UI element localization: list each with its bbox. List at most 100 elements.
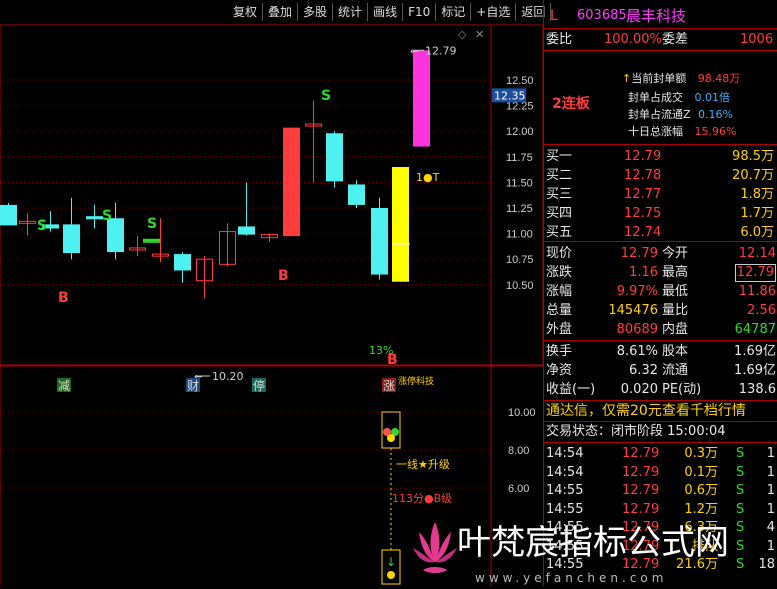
stat-label: 最低 — [662, 284, 689, 299]
price-tick-label: 11.25 — [506, 203, 533, 215]
fund-value: 1.69亿 — [734, 344, 776, 359]
tick-side: S — [736, 446, 745, 461]
candle-body — [238, 226, 255, 235]
bid-volume: 6.0万 — [740, 225, 774, 240]
candle-body — [0, 204, 17, 226]
commission-ratio-label: 委比 — [546, 32, 573, 47]
fund-row: 净资 6.32 流通 1.69亿 — [544, 362, 777, 380]
bid-volume: 1.8万 — [740, 187, 774, 202]
bid-price: 12.75 — [624, 206, 662, 221]
seal-vs-volume-row: 封单占成交 0.01倍 — [628, 89, 730, 105]
stat-label: 内盘 — [662, 322, 689, 337]
sell-signal-marker: S — [321, 88, 331, 104]
fund-value: 1.69亿 — [734, 363, 776, 378]
watermark-title: 叶梵宸指标公式网 — [457, 523, 729, 563]
stat-label: 涨跌 — [546, 265, 573, 280]
upgrade-ad-text[interactable]: 通达信，仅需20元查看千档行情 — [546, 402, 746, 420]
price-tick-label: 10.50 — [506, 280, 534, 292]
kline-chart[interactable]: ◇ ✕ 12.50 12.25 12.00 11.75 11.50 11.25 11.00 10.… — [0, 0, 543, 586]
event-tag-label: 财 — [187, 379, 199, 393]
commission-diff-value: 1006 — [740, 32, 774, 47]
candle-body — [371, 208, 388, 275]
stat-value: 9.97% — [616, 284, 658, 299]
indicator-tick-label: 8.00 — [508, 445, 529, 457]
stat-row: 现价 12.79 今开 12.14 — [544, 245, 777, 263]
fund-value: 0.020 — [620, 382, 658, 397]
bid-label: 买四 — [546, 206, 573, 221]
indicator-tick-label: 6.00 — [508, 483, 529, 495]
tick-row: 14:54 12.79 0.1万 S 1 — [544, 464, 777, 482]
stat-label: 今开 — [662, 246, 689, 261]
bid-row: 买五 12.74 6.0万 — [544, 224, 777, 242]
bid-price: 12.77 — [624, 187, 662, 202]
stat-value: 1.16 — [629, 265, 658, 280]
watermark: 叶梵宸指标公式网 www.yefanchen.com — [395, 508, 777, 586]
current-price-label: 12.35 — [494, 89, 526, 102]
event-tag-label: 涨 — [383, 378, 395, 393]
indicator-dot-icon — [387, 434, 395, 442]
stock-code: 603685 — [577, 8, 627, 23]
stock-header: L 603685 晨丰科技 — [544, 6, 777, 26]
seal-vs-volume-label: 封单占成交 — [628, 91, 683, 104]
commission-diff-label: 委差 — [662, 32, 689, 47]
bid-label: 买二 — [546, 168, 573, 183]
candle-body — [326, 133, 343, 182]
fund-label: 换手 — [546, 344, 573, 359]
buy-signal-marker: B — [278, 268, 289, 284]
price-tick-label: 11.75 — [506, 152, 533, 164]
indicator-dot-icon — [387, 571, 395, 579]
ten-day-value: 15.96% — [694, 125, 737, 138]
seal-vs-float-label: 封单占流通Z — [628, 108, 691, 121]
stat-value: 80689 — [616, 322, 658, 337]
stat-value: 12.14 — [738, 246, 776, 261]
stat-label: 总量 — [546, 303, 573, 318]
candle-body — [283, 127, 300, 237]
candle-body — [348, 184, 365, 205]
stat-value: 12.79 — [734, 264, 776, 282]
commission-ratio-value: 100.00% — [604, 32, 662, 47]
stat-value: 12.79 — [620, 246, 658, 261]
watermark-url: www.yefanchen.com — [475, 571, 667, 585]
fund-row: 收益(一) 0.020 PE(动) 138.6 — [544, 381, 777, 399]
tick-row: 14:54 12.79 0.3万 S 1 — [544, 445, 777, 463]
tick-count: 1 — [766, 446, 775, 461]
bid-label: 买三 — [546, 187, 573, 202]
fund-label: 股本 — [662, 344, 689, 359]
line-upgrade-label: 一线★升级 — [396, 457, 450, 471]
bid-row: 买三 12.77 1.8万 — [544, 186, 777, 204]
low-price-label: 10.20 — [212, 370, 244, 383]
stat-value: 11.86 — [738, 284, 776, 299]
sell-signal-marker: S — [147, 216, 157, 232]
fund-row: 换手 8.61% 股本 1.69亿 — [544, 343, 777, 361]
percent-label: 13% — [369, 344, 393, 357]
tick-count: 1 — [766, 464, 775, 480]
seal-amount-value: 98.48万 — [697, 72, 741, 85]
buy-signal-marker: B — [58, 290, 69, 306]
upgrade-ad[interactable]: 通达信，仅需20元查看千档行情 — [544, 402, 777, 420]
tick-side: S — [736, 483, 745, 498]
sell-signal-marker: S — [102, 208, 112, 224]
candle-body — [63, 224, 80, 254]
indicator-tick-label: 10.00 — [508, 407, 536, 419]
fund-label: PE(动) — [662, 382, 702, 397]
stat-label: 外盘 — [546, 322, 573, 337]
bid-volume: 98.5万 — [732, 149, 774, 164]
fund-value: 6.32 — [629, 363, 658, 378]
tick-volume: 0.1万 — [684, 464, 718, 480]
tick-price: 12.79 — [622, 446, 660, 461]
stat-label: 最高 — [662, 265, 689, 280]
stat-row: 涨跌 1.16 最高 12.79 — [544, 264, 777, 282]
fund-label: 净资 — [546, 363, 573, 378]
board-count-label: 2连板 — [552, 96, 590, 112]
fund-label: 流通 — [662, 363, 689, 378]
watermark-graphic: 叶梵宸指标公式网 www.yefanchen.com — [413, 522, 729, 585]
ten-day-label: 十日总涨幅 — [628, 125, 683, 138]
candle-body — [413, 50, 430, 147]
price-tick-label: 11.50 — [506, 177, 533, 189]
fund-label: 收益(一) — [546, 382, 596, 397]
price-tick-label: 12.00 — [506, 126, 534, 138]
tick-time: 14:54 — [546, 446, 584, 461]
tick-row: 14:55 12.79 0.6万 S 1 — [544, 482, 777, 500]
fund-value: 8.61% — [616, 344, 658, 359]
price-pane-frame — [0, 24, 543, 366]
